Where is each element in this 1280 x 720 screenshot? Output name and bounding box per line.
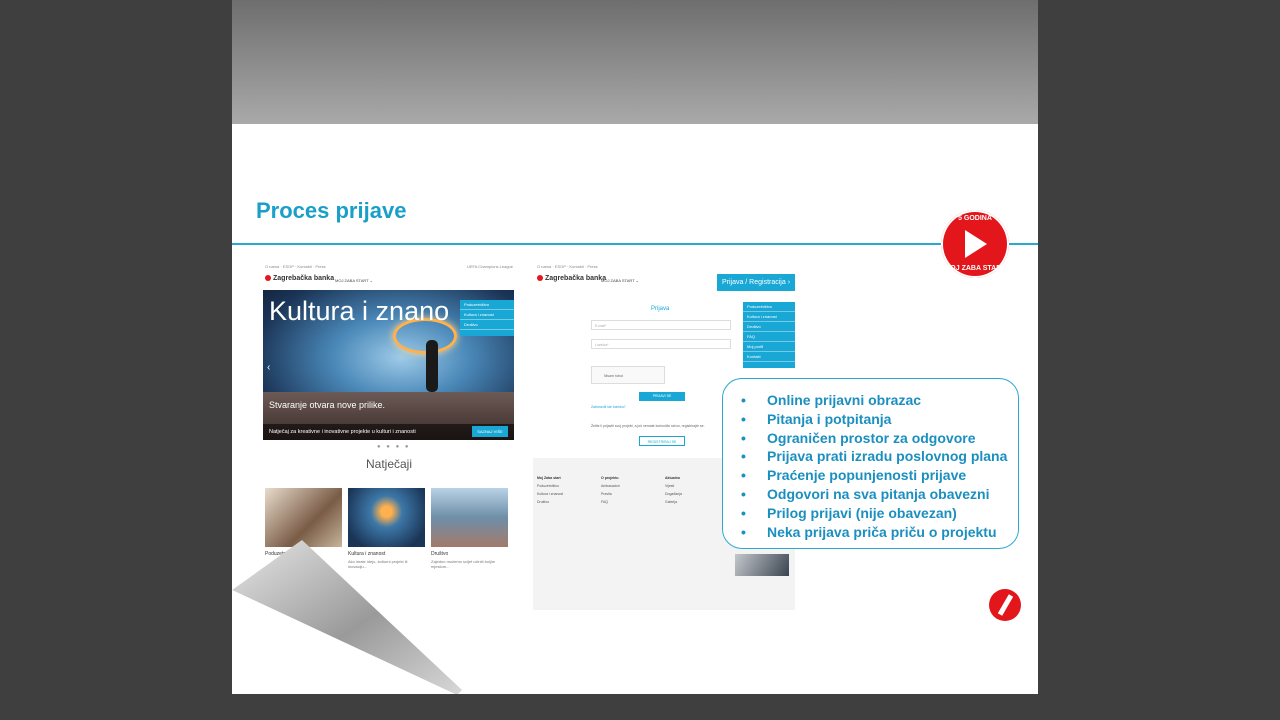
register-text: Želite li prijaviti svoj projekt, a još …	[591, 424, 705, 428]
card-image	[431, 488, 508, 547]
panel-item: Društvo	[460, 320, 514, 330]
panel-item: Kultura i znanost	[460, 310, 514, 320]
top-links: O nama · ESOP · Kontakti · Press	[537, 264, 598, 269]
feature-item: Prijava prati izradu poslovnog plana	[741, 447, 1018, 466]
top-links: O nama · ESOP · Kontakti · Press	[265, 264, 326, 269]
panel-item: FAQ	[743, 332, 795, 342]
features-callout: Online prijavni obrazac Pitanja i potpit…	[722, 378, 1019, 549]
main-menu: MOJ ZABA START ⌄	[601, 278, 640, 283]
footer-link: Kultura i znanost	[537, 492, 564, 496]
person-silhouette	[426, 340, 438, 392]
side-panel: Poduzetništvo Kultura i znanost Društvo …	[743, 302, 795, 368]
badge-line1: 5 GODINA	[958, 215, 992, 222]
top-band	[232, 0, 1038, 124]
footer-link: Društvo	[537, 500, 550, 504]
slide: Proces prijave 5 GODINA MOJ ZABA START O…	[232, 124, 1038, 694]
unicredit-logo-icon	[989, 589, 1021, 621]
page-curl-icon	[232, 540, 462, 694]
side-panel: Poduzetništvo Kultura i znanost Društvo	[460, 300, 514, 336]
captcha-box: Nisam robot	[591, 366, 665, 384]
feature-item: Praćenje popunjenosti prijave	[741, 466, 1018, 485]
footer-link: Vijesti	[665, 484, 675, 488]
register-button-secondary: REGISTRIRAJ SE	[639, 436, 685, 446]
features-list: Online prijavni obrazac Pitanja i potpit…	[723, 379, 1018, 541]
panel-item: Moj profil	[743, 342, 795, 352]
footer-link: Ambasadori	[601, 484, 620, 488]
anniversary-badge: 5 GODINA MOJ ZABA START	[941, 210, 1009, 278]
presentation-frame: Proces prijave 5 GODINA MOJ ZABA START O…	[232, 0, 1038, 694]
hero-subtitle: Stvaranje otvara nove prilike.	[269, 400, 386, 410]
bank-logo: Zagrebačka banka	[537, 275, 606, 282]
footer-column: O projektu Ambasadori Pravila FAQ	[601, 474, 620, 506]
panel-item: Poduzetništvo	[743, 302, 795, 312]
badge-line2: MOJ ZABA START	[944, 265, 1006, 272]
bank-logo: Zagrebačka banka	[265, 275, 334, 282]
feature-item: Prilog prijavi (nije obavezan)	[741, 504, 1018, 523]
footer-link: Poduzetništvo	[537, 484, 559, 488]
footer-col-title: Moj Zaba start	[537, 476, 561, 480]
footer-link: Događanja	[665, 492, 682, 496]
play-icon	[965, 230, 987, 258]
feature-item: Neka prijava priča priču o projektu	[741, 523, 1018, 542]
footer-link: Pravila	[601, 492, 612, 496]
carousel-dots: ● ● ● ●	[377, 444, 411, 450]
card-image	[348, 488, 425, 547]
hero-title: Kultura i znano	[269, 296, 450, 326]
slide-title: Proces prijave	[256, 198, 407, 223]
feature-item: Pitanja i potpitanja	[741, 410, 1018, 429]
main-menu: MOJ ZABA START ⌄	[335, 278, 374, 283]
footer-column: Moj Zaba start Poduzetništvo Kultura i z…	[537, 474, 563, 506]
top-right-link: UEFA Champions League	[466, 264, 513, 269]
panel-item: Kontakt	[743, 352, 795, 362]
footer-thumbnail	[735, 554, 789, 576]
feature-item: Ograničen prostor za odgovore	[741, 429, 1018, 448]
feature-item: Odgovori na sva pitanja obavezni	[741, 485, 1018, 504]
password-field: Lozinka*	[591, 339, 731, 349]
footer-column: Aktualno Vijesti Događanja Galerija	[665, 474, 682, 506]
panel-item: Društvo	[743, 322, 795, 332]
feature-item: Online prijavni obrazac	[741, 391, 1018, 410]
form-title: Prijava	[651, 306, 670, 312]
panel-item: Poduzetništvo	[460, 300, 514, 310]
footer-col-title: O projektu	[601, 476, 619, 480]
footer-col-title: Aktualno	[665, 476, 680, 480]
footer-link: FAQ	[601, 500, 609, 504]
footer-link: Galerija	[665, 500, 678, 504]
email-field: E-mail*	[591, 320, 731, 330]
panel-item: Kultura i znanost	[743, 312, 795, 322]
hero-button: SAZNAJ VIŠE	[472, 426, 508, 437]
hero-banner: Kultura i znano ‹ Stvaranje otvara nove …	[263, 290, 514, 440]
chevron-left-icon: ‹	[267, 362, 271, 373]
register-button: Prijava / Registracija ›	[717, 274, 795, 291]
title-rule	[232, 243, 1038, 245]
forgot-password-link: Zaboravili ste lozinku?	[591, 405, 626, 409]
section-title: Natječaji	[365, 457, 413, 471]
card-image	[265, 488, 342, 547]
login-button: PRIJAVI SE	[639, 392, 685, 401]
